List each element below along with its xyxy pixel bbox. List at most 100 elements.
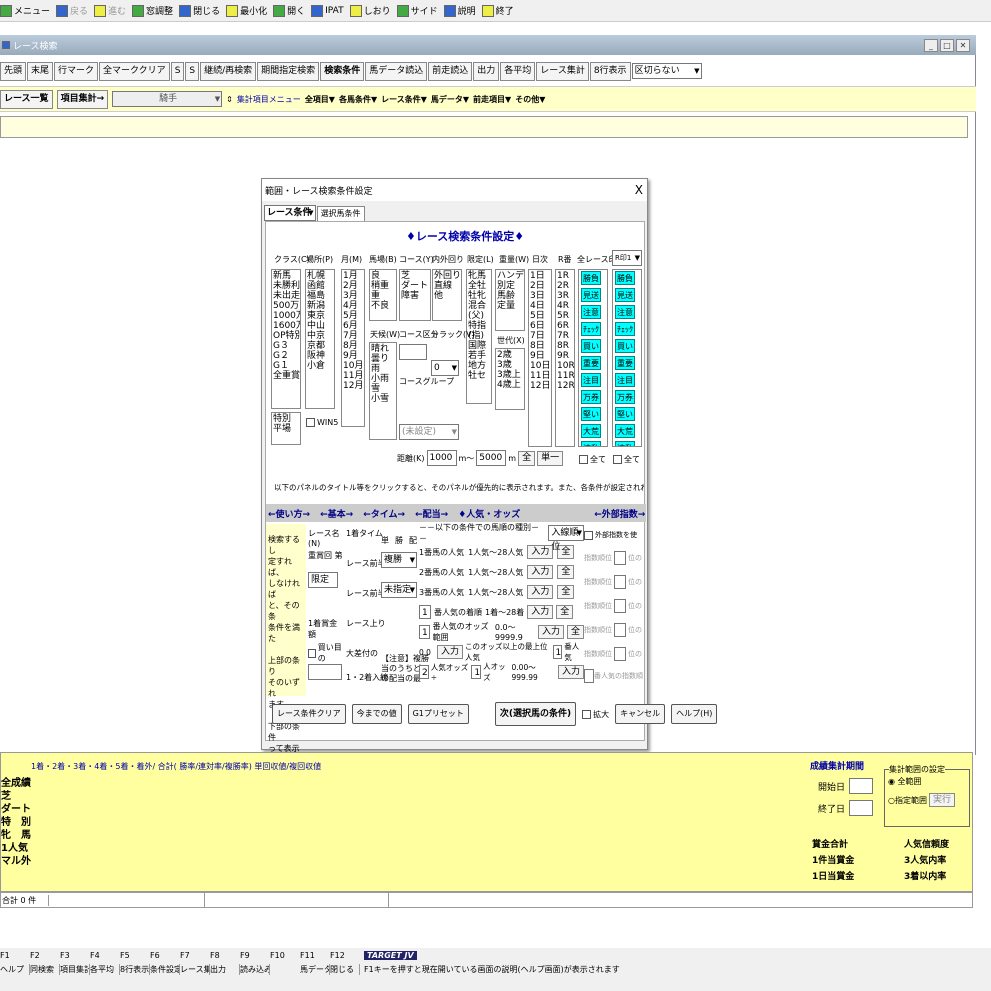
- ninki-btn[interactable]: 入力: [527, 545, 554, 559]
- list-item[interactable]: (父): [468, 311, 490, 321]
- mark-item[interactable]: 波乱: [615, 441, 635, 446]
- weather-label[interactable]: 天候(W): [370, 329, 400, 340]
- distance-from-input[interactable]: 1000: [426, 450, 457, 466]
- toolbar-item-10[interactable]: 説明: [443, 4, 476, 17]
- distance-single-button[interactable]: 単一: [537, 450, 564, 466]
- fkey-label[interactable]: 各平均: [90, 963, 120, 975]
- distance-all-button[interactable]: 全: [518, 450, 536, 466]
- external-panel-header[interactable]: ←外部指数→: [594, 507, 645, 520]
- list-item[interactable]: 4歳上: [497, 380, 523, 390]
- mark-item[interactable]: 万券: [581, 390, 601, 404]
- limit-label[interactable]: 限定(L): [467, 254, 494, 265]
- fkey-F8[interactable]: F8: [210, 951, 240, 960]
- mark-item[interactable]: 見送: [581, 288, 601, 302]
- toolbar-button-6[interactable]: 継続/再検索: [200, 61, 257, 81]
- fkey-F1[interactable]: F1: [0, 951, 30, 960]
- haito-select-2[interactable]: 未指定: [381, 582, 417, 598]
- list-item[interactable]: 500万: [273, 301, 299, 311]
- end-input[interactable]: [849, 800, 874, 816]
- mark-item[interactable]: 見送: [615, 288, 635, 302]
- list-item[interactable]: 1600万: [273, 321, 300, 331]
- toolbar-button-8[interactable]: 検索条件: [320, 61, 365, 81]
- menu-1[interactable]: 各馬条件▼: [339, 94, 377, 105]
- mark-item[interactable]: 大荒: [581, 424, 601, 438]
- list-item[interactable]: 特別: [273, 414, 299, 424]
- toolbar-button-11[interactable]: 出力: [473, 61, 500, 81]
- list-item[interactable]: 4R: [557, 301, 573, 311]
- tab-race-conditions[interactable]: レース条件: [264, 205, 316, 221]
- time-panel-header[interactable]: ←タイム→: [363, 507, 405, 520]
- fkey-F10[interactable]: F10: [270, 951, 300, 960]
- list-item[interactable]: 12R: [557, 381, 574, 391]
- time-item[interactable]: 1・2着入線: [346, 672, 388, 702]
- class-label[interactable]: クラス(C): [274, 254, 310, 265]
- list-item[interactable]: ダート: [401, 281, 429, 291]
- list-item[interactable]: 全牡: [468, 281, 490, 291]
- list-item[interactable]: 東京: [307, 311, 333, 321]
- list-item[interactable]: 牡牝: [468, 291, 490, 301]
- mark-item[interactable]: 大荒: [615, 424, 635, 438]
- previous-values-button[interactable]: 今までの値: [351, 704, 402, 724]
- ninki-odds-input[interactable]: 1: [419, 625, 430, 639]
- ninki-odds-all-button[interactable]: 全: [567, 625, 585, 639]
- tab-race-list[interactable]: レース一覧: [0, 89, 53, 109]
- ninki-jun-all-button[interactable]: 全: [556, 605, 574, 619]
- ninki-jun-input[interactable]: 1: [419, 605, 431, 619]
- mark-list[interactable]: 勝負見送注意 ﾁｪｯｸ 買い重要注目万券堅い大荒波乱: [578, 269, 608, 447]
- mark-item[interactable]: 勝負: [581, 271, 601, 285]
- track-select[interactable]: 0: [431, 360, 459, 376]
- list-item[interactable]: 雨: [371, 364, 395, 374]
- basic-buy-checkbox[interactable]: 買い目の: [308, 642, 344, 664]
- class-list[interactable]: 新馬未勝利未出走500万1000万1600万OP特別G３G２G１全重賞: [271, 269, 301, 409]
- toolbar-item-2[interactable]: 進む: [94, 4, 126, 17]
- list-item[interactable]: 中京: [307, 331, 333, 341]
- list-item[interactable]: 3歳上: [497, 370, 523, 380]
- list-item[interactable]: 国際: [468, 341, 490, 351]
- next-button[interactable]: 次(選択馬の条件): [494, 702, 577, 726]
- tab-item-total[interactable]: 項目集計→: [56, 89, 109, 109]
- list-item[interactable]: G２: [273, 351, 299, 361]
- fkey-label[interactable]: ヘルプ: [0, 963, 30, 975]
- course-kubun-input[interactable]: [399, 344, 427, 360]
- ninki-btn[interactable]: 入力: [527, 565, 554, 579]
- list-item[interactable]: 11月: [343, 371, 363, 381]
- fkey-label[interactable]: 項目集計: [60, 963, 90, 975]
- race-label[interactable]: R番: [558, 254, 572, 265]
- fkey-F6[interactable]: F6: [150, 951, 180, 960]
- usage-panel-header[interactable]: ←使い方→: [268, 507, 310, 520]
- list-item[interactable]: 8日: [530, 341, 550, 351]
- time-item[interactable]: レース前半2: [346, 588, 391, 618]
- list-item[interactable]: 若手: [468, 351, 490, 361]
- toolbar-button-4[interactable]: S: [170, 61, 185, 81]
- mark-item[interactable]: 堅い: [615, 407, 635, 421]
- distance-to-input[interactable]: 5000: [476, 450, 507, 466]
- ninki-ue-input[interactable]: 1: [552, 645, 563, 659]
- list-item[interactable]: 3R: [557, 291, 573, 301]
- list-item[interactable]: ハンデ: [497, 271, 524, 281]
- gen-list[interactable]: 2歳 3歳 3歳上 4歳上: [495, 348, 525, 410]
- menu-3[interactable]: 馬データ▼: [431, 94, 469, 105]
- list-item[interactable]: 6月: [343, 321, 363, 331]
- toolbar-button-15[interactable]: 区切らない: [631, 63, 702, 79]
- list-item[interactable]: 6R: [557, 321, 573, 331]
- fkey-label[interactable]: 同検索: [30, 963, 60, 975]
- list-item[interactable]: 1R: [557, 271, 573, 281]
- ninki-kake-input-1[interactable]: 2: [419, 665, 429, 679]
- list-item[interactable]: 未勝利: [273, 281, 300, 291]
- list-item[interactable]: 5R: [557, 311, 573, 321]
- rm-select[interactable]: R印1: [612, 250, 642, 266]
- time-item[interactable]: 大差付の: [346, 648, 380, 672]
- toolbar-button-3[interactable]: 全マーククリア: [99, 61, 170, 81]
- tab-horse-conditions[interactable]: 選択馬条件: [316, 205, 365, 221]
- ninki-jun-input-button[interactable]: 入力: [527, 605, 554, 619]
- list-item[interactable]: 12日: [530, 381, 550, 391]
- toolbar-item-7[interactable]: IPAT: [311, 4, 344, 17]
- cancel-button[interactable]: キャンセル: [615, 704, 666, 724]
- fkey-label[interactable]: 馬データ読込: [300, 963, 330, 975]
- fkey-F3[interactable]: F3: [60, 951, 90, 960]
- list-item[interactable]: 小雪: [371, 394, 395, 404]
- list-item[interactable]: OP特別: [273, 331, 300, 341]
- help-button[interactable]: ヘルプ(H): [671, 704, 718, 724]
- list-item[interactable]: 阪神: [307, 351, 333, 361]
- external-input[interactable]: [614, 599, 626, 613]
